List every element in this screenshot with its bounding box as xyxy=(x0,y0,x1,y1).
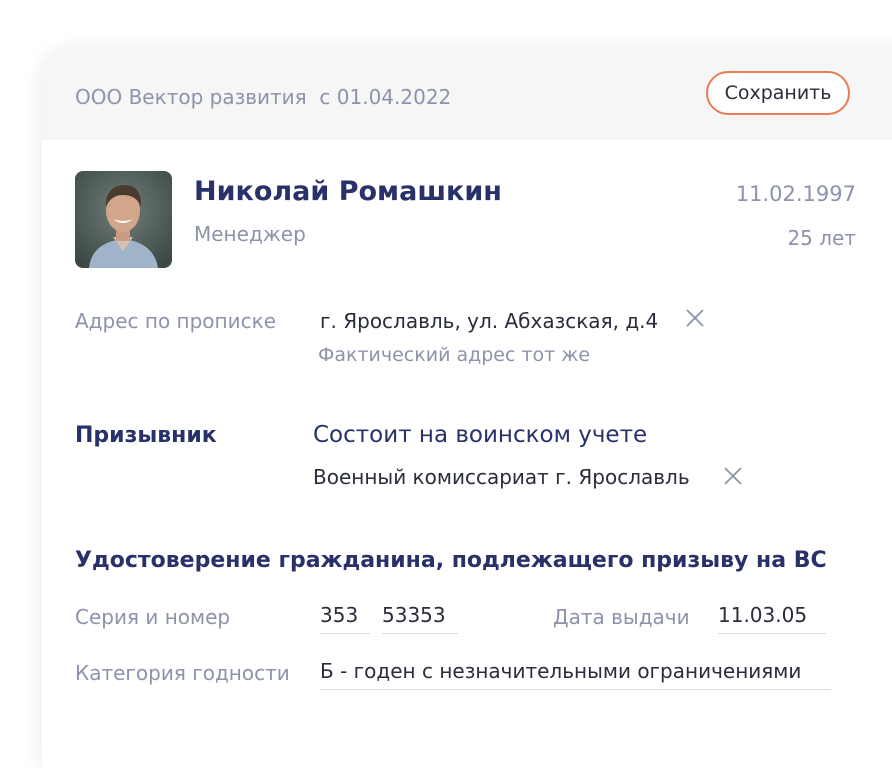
fitness-field[interactable]: Б - годен с незначительными ограничениям… xyxy=(320,659,831,690)
issue-date-label: Дата выдачи xyxy=(553,605,690,629)
company-name: ООО Вектор развития xyxy=(75,85,307,109)
employee-name: Николай Ромашкин xyxy=(194,176,502,207)
remove-address-icon[interactable] xyxy=(684,307,706,329)
military-status[interactable]: Состоит на воинском учете xyxy=(313,422,647,448)
company-info: ООО Вектор развития с 01.04.2022 xyxy=(75,85,451,109)
military-label: Призывник xyxy=(75,423,217,448)
number-field[interactable]: 53353 xyxy=(382,603,458,634)
issue-date-field[interactable]: 11.03.05 xyxy=(718,603,826,634)
remove-office-icon[interactable] xyxy=(722,465,744,487)
employee-age: 25 лет xyxy=(787,226,856,250)
employee-position: Менеджер xyxy=(194,222,306,246)
employment-start-date: с 01.04.2022 xyxy=(319,85,452,109)
save-button[interactable]: Сохранить xyxy=(706,71,850,115)
card-header: ООО Вектор развития с 01.04.2022 Сохрани… xyxy=(42,48,892,140)
series-number-label: Серия и номер xyxy=(75,605,231,629)
birth-date: 11.02.1997 xyxy=(735,182,856,206)
avatar-photo xyxy=(75,171,172,268)
certificate-title: Удостоверение гражданина, подлежащего пр… xyxy=(75,548,827,573)
series-field[interactable]: 353 xyxy=(320,603,370,634)
fitness-label: Категория годности xyxy=(75,661,290,685)
actual-address-hint[interactable]: Фактический адрес тот же xyxy=(318,344,590,366)
address-label: Адрес по прописке xyxy=(75,309,276,333)
military-office: Военный комиссариат г. Ярославль xyxy=(313,465,690,489)
employee-card: ООО Вектор развития с 01.04.2022 Сохрани… xyxy=(42,48,892,768)
avatar xyxy=(75,171,172,268)
address-value: г. Ярославль, ул. Абхазская, д.4 xyxy=(320,309,659,333)
